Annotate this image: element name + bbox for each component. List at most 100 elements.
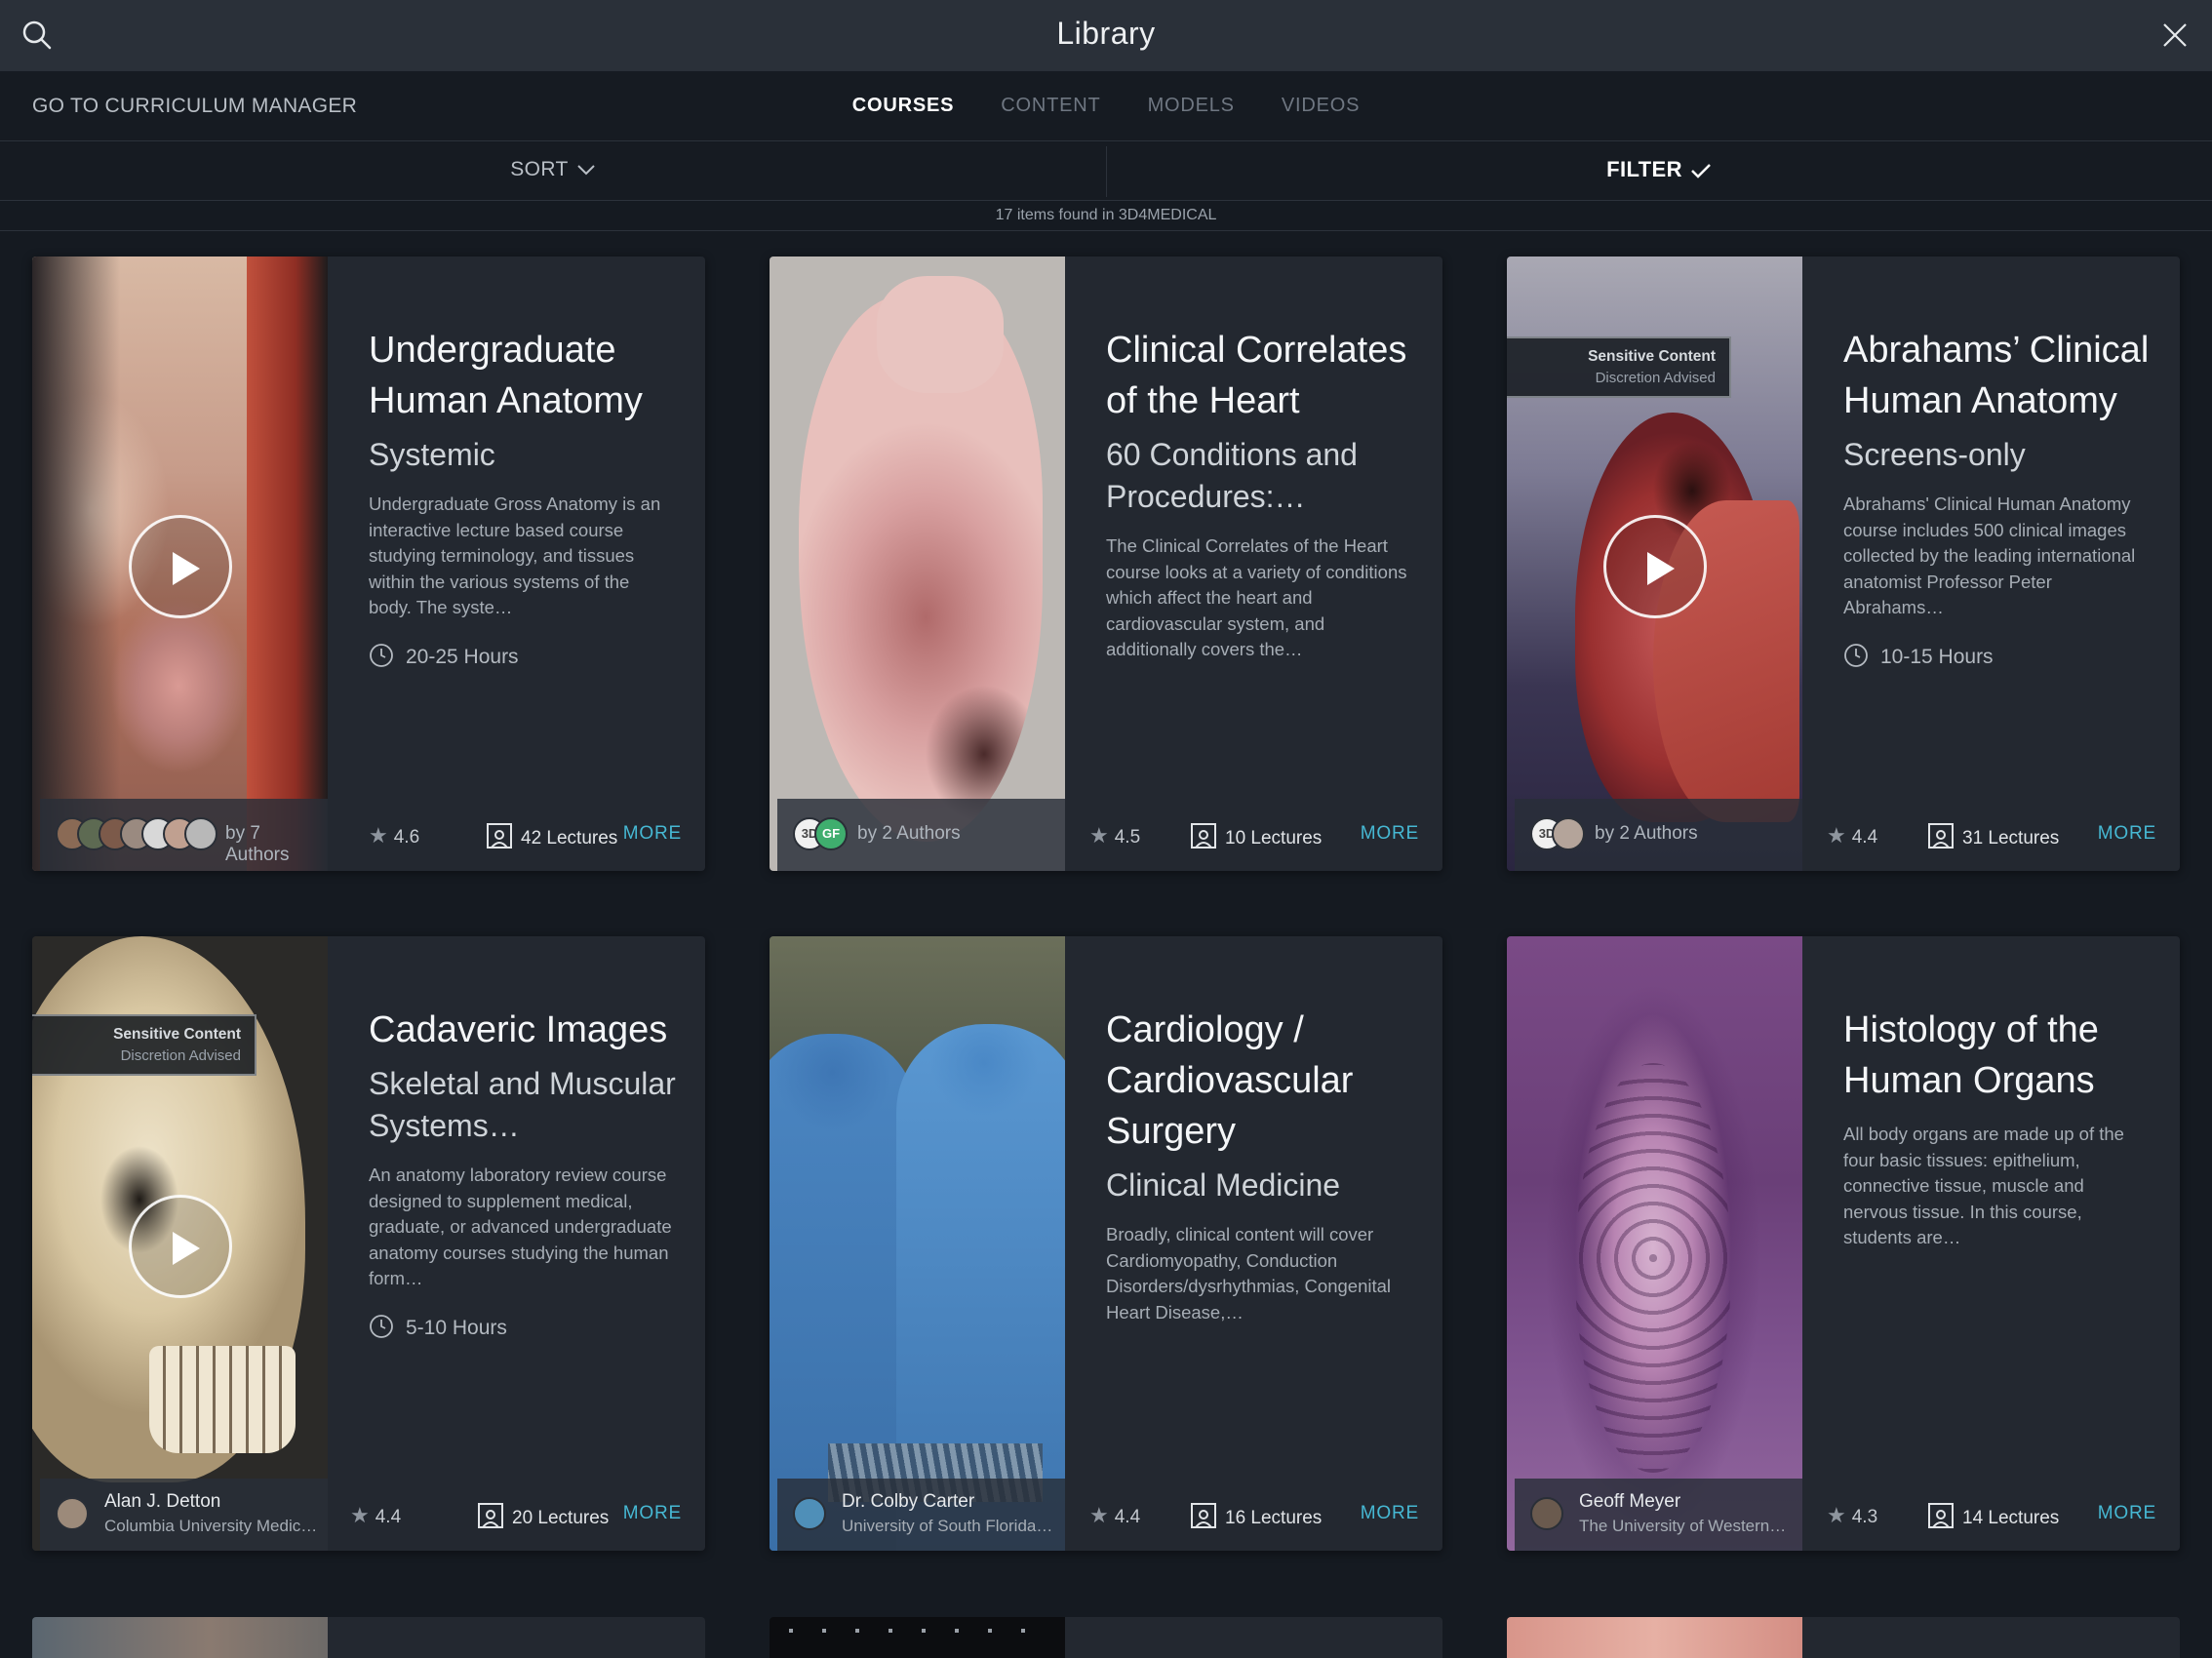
author-affiliation: Columbia University Medic…	[104, 1517, 318, 1535]
avatar	[793, 1497, 826, 1530]
course-card-partial[interactable]	[770, 1617, 1442, 1658]
lecture-icon	[1191, 823, 1216, 849]
authors-section[interactable]: Alan J. Detton Columbia University Medic…	[40, 1479, 328, 1551]
avatar	[1552, 817, 1585, 850]
rating-value: 4.6	[393, 827, 420, 848]
more-button[interactable]: MORE	[2098, 823, 2156, 845]
results-count: 17 items found in 3D4MEDICAL	[0, 202, 2212, 231]
lecture-count: 14 Lectures	[1927, 1502, 2059, 1529]
authors-section[interactable]: by 7 Authors	[40, 799, 328, 871]
lectures-label: 42 Lectures	[521, 828, 618, 849]
course-card[interactable]: Cardiology / Cardiovascular Surgery Clin…	[770, 936, 1442, 1551]
course-card-partial[interactable]	[32, 1617, 705, 1658]
clock-icon	[1844, 643, 1868, 667]
course-thumbnail	[770, 257, 1065, 871]
lecture-icon	[1928, 1503, 1954, 1528]
star-icon: ★	[1089, 1503, 1109, 1527]
authors-count: by 2 Authors	[1595, 823, 1698, 844]
more-button[interactable]: MORE	[623, 823, 682, 845]
course-card[interactable]: Undergraduate Human Anatomy Systemic Und…	[32, 257, 705, 871]
authors-section[interactable]: 3D by 2 Authors	[1515, 799, 1802, 871]
course-duration: 5-10 Hours	[369, 1314, 676, 1340]
more-button[interactable]: MORE	[623, 1503, 682, 1524]
rating: ★ 4.4	[350, 1503, 401, 1528]
course-description: The Clinical Correlates of the Heart cou…	[1106, 535, 1407, 659]
authors-section[interactable]: 3D GF by 2 Authors	[777, 799, 1065, 871]
author-info: Alan J. Detton Columbia University Medic…	[104, 1491, 319, 1536]
authors-count: by 2 Authors	[857, 823, 961, 844]
lecture-icon	[1191, 1503, 1216, 1528]
lectures-label: 20 Lectures	[512, 1508, 610, 1528]
course-card[interactable]: Clinical Correlates of the Heart 60 Cond…	[770, 257, 1442, 871]
course-subtitle: Skeletal and Muscular Systems…	[369, 1066, 676, 1143]
author-affiliation: University of South Florida,…	[842, 1517, 1056, 1535]
page-title: Library	[1056, 16, 1156, 51]
course-thumbnail	[32, 1617, 328, 1658]
lecture-count: 16 Lectures	[1190, 1502, 1322, 1529]
card-footer: Alan J. Detton Columbia University Medic…	[40, 1479, 697, 1551]
star-icon: ★	[1089, 823, 1109, 848]
author-name: Geoff Meyer	[1579, 1491, 1681, 1512]
course-subtitle: Screens-only	[1843, 437, 2026, 472]
course-title: Undergraduate Human Anatomy	[369, 330, 643, 421]
tab-content[interactable]: CONTENT	[1001, 95, 1100, 117]
play-button[interactable]	[1603, 515, 1707, 618]
avatar	[1530, 1497, 1563, 1530]
nav-bar: GO TO CURRICULUM MANAGER COURSES CONTENT…	[0, 71, 2212, 141]
course-title: Clinical Correlates of the Heart	[1106, 330, 1407, 421]
card-footer: Dr. Colby Carter University of South Flo…	[777, 1479, 1435, 1551]
hours-label: 20-25 Hours	[406, 645, 519, 668]
author-info: Dr. Colby Carter University of South Flo…	[842, 1491, 1056, 1536]
course-card[interactable]: Sensitive Content Discretion Advised Cad…	[32, 936, 705, 1551]
tab-models[interactable]: MODELS	[1148, 95, 1235, 117]
hours-label: 5-10 Hours	[406, 1316, 507, 1339]
lecture-count: 31 Lectures	[1927, 822, 2059, 849]
play-button[interactable]	[129, 1195, 232, 1298]
more-button[interactable]: MORE	[1361, 823, 1419, 845]
chevron-down-icon	[577, 165, 595, 176]
authors-section[interactable]: Geoff Meyer The University of Western…	[1515, 1479, 1802, 1551]
sensitive-note: Discretion Advised	[1595, 370, 1716, 386]
course-duration: 10-15 Hours	[1843, 643, 2151, 669]
rating-value: 4.4	[1114, 1507, 1141, 1527]
star-icon: ★	[1827, 823, 1846, 848]
card-footer: 3D GF by 2 Authors ★ 4.5 10 Lectures MORE	[777, 799, 1435, 871]
card-footer: 3D by 2 Authors ★ 4.4 31 Lectures MORE	[1515, 799, 2172, 871]
course-card[interactable]: Histology of the Human Organs All body o…	[1507, 936, 2180, 1551]
filter-button[interactable]: FILTER	[1106, 157, 2212, 182]
more-button[interactable]: MORE	[1361, 1503, 1419, 1524]
logo-gf-avatar: GF	[814, 817, 848, 850]
course-duration: 20-25 Hours	[369, 643, 676, 669]
sort-button[interactable]: SORT	[0, 158, 1106, 181]
course-title: Abrahams’ Clinical Human Anatomy	[1843, 330, 2150, 421]
rating-value: 4.4	[375, 1507, 402, 1527]
star-icon: ★	[350, 1503, 370, 1527]
avatar	[184, 817, 217, 850]
close-icon[interactable]	[2157, 18, 2192, 53]
tab-courses[interactable]: COURSES	[852, 95, 955, 117]
lecture-icon	[478, 1503, 503, 1528]
course-card-partial[interactable]	[1507, 1617, 2180, 1658]
title-bar: Library	[0, 0, 2212, 71]
card-footer: Geoff Meyer The University of Western… ★…	[1515, 1479, 2172, 1551]
course-thumbnail	[32, 257, 328, 871]
lecture-icon	[1928, 823, 1954, 849]
rating: ★ 4.4	[1827, 823, 1877, 849]
lecture-count: 10 Lectures	[1190, 822, 1322, 849]
avatar	[56, 1497, 89, 1530]
sensitive-content-badge: Sensitive Content Discretion Advised	[32, 1014, 257, 1076]
more-button[interactable]: MORE	[2098, 1503, 2156, 1524]
authors-section[interactable]: Dr. Colby Carter University of South Flo…	[777, 1479, 1065, 1551]
course-description: Abrahams' Clinical Human Anatomy course …	[1843, 493, 2136, 617]
sensitive-note: Discretion Advised	[120, 1047, 241, 1064]
rating: ★ 4.6	[369, 823, 419, 849]
course-subtitle: Clinical Medicine	[1106, 1167, 1341, 1203]
rating-value: 4.4	[1851, 827, 1878, 848]
course-description: Broadly, clinical content will cover Car…	[1106, 1224, 1392, 1322]
tab-videos[interactable]: VIDEOS	[1282, 95, 1360, 117]
course-card[interactable]: Sensitive Content Discretion Advised Abr…	[1507, 257, 2180, 871]
sort-label: SORT	[510, 158, 569, 180]
play-button[interactable]	[129, 515, 232, 618]
course-info: Histology of the Human Organs All body o…	[1802, 936, 2180, 1551]
star-icon: ★	[369, 823, 388, 848]
